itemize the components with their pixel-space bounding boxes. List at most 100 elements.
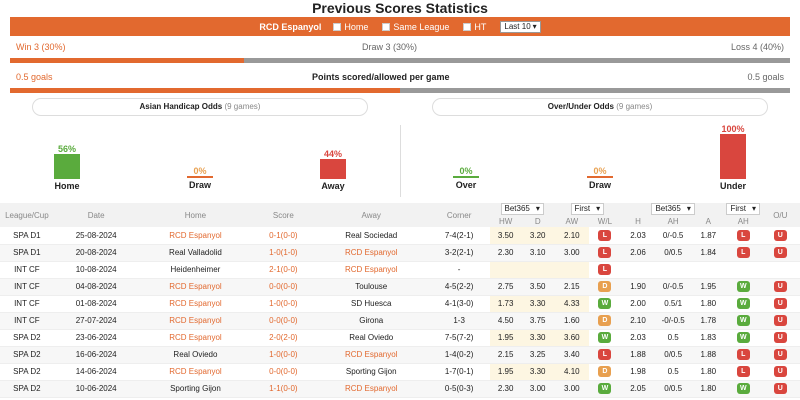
date-value: 27-07-2024 <box>75 316 117 325</box>
home-team-link[interactable]: RCD Espanyol <box>169 333 221 342</box>
score-link[interactable]: 0-1(0-0) <box>269 231 297 240</box>
table-row: INT CF 10-08-2024 Heidenheimer 2-1(0-0) RCD … <box>0 261 800 279</box>
away-team-link[interactable]: RCD Espanyol <box>345 265 397 274</box>
score-link[interactable]: 1-0(0-0) <box>269 350 297 359</box>
cell-score: 1-0(0-0) <box>252 295 315 313</box>
home-team-link[interactable]: RCD Espanyol <box>169 282 221 291</box>
score-link[interactable]: 2-0(2-0) <box>269 333 297 342</box>
cell-ou: U <box>760 312 800 330</box>
cell-home: Real Valladolid <box>138 244 253 262</box>
cell-ou: U <box>760 380 800 398</box>
hw-value: 1.95 <box>497 333 514 342</box>
cell-hw: 2.30 <box>490 244 522 262</box>
home-team-link[interactable]: RCD Espanyol <box>169 231 221 240</box>
ah-value: 0.5 <box>667 367 679 376</box>
ahr-badge: L <box>736 349 750 360</box>
wl-badge: D <box>598 281 612 292</box>
score-link[interactable]: 0-0(0-0) <box>269 367 297 376</box>
away-team-link[interactable]: SD Huesca <box>351 299 391 308</box>
cell-corner: 1-7(0-1) <box>428 363 491 381</box>
cell-ou: U <box>760 346 800 364</box>
cell-h: 2.05 <box>620 380 656 398</box>
table-row: SPA D2 10-06-2024 Sporting Gijon 1-1(0-0) RC… <box>0 380 800 398</box>
score-link[interactable]: 1-1(0-0) <box>269 384 297 393</box>
hw-value: 3.50 <box>497 230 514 240</box>
cell-aw: 3.00 <box>554 380 590 398</box>
home-team-link[interactable]: Heidenheimer <box>171 265 221 274</box>
away-team-link[interactable]: Toulouse <box>355 282 387 291</box>
home-team-link[interactable]: Sporting Gijon <box>170 384 221 393</box>
chevron-down-icon: ▾ <box>752 204 757 213</box>
home-team-link[interactable]: Real Oviedo <box>173 350 217 359</box>
score-link[interactable]: 1-0(1-0) <box>269 248 297 257</box>
away-team-link[interactable]: Girona <box>359 316 383 325</box>
table-row: INT CF 01-08-2024 RCD Espanyol 1-0(0-0) SD H… <box>0 295 800 313</box>
ahr-badge: W <box>736 298 750 309</box>
cell-a: 1.78 <box>690 312 726 330</box>
away-team-link[interactable]: Sporting Gijon <box>346 367 397 376</box>
cell-corner: 7-5(7-2) <box>428 329 491 347</box>
period-select-2[interactable]: First ▾ <box>726 203 761 215</box>
cell-ahr: L <box>725 346 761 364</box>
corner-value: - <box>457 265 461 274</box>
same-league-checkbox[interactable]: Same League <box>382 22 449 32</box>
ht-checkbox[interactable]: HT <box>463 22 486 32</box>
score-link[interactable]: 0-0(0-0) <box>269 316 297 325</box>
home-team-link[interactable]: RCD Espanyol <box>169 299 221 308</box>
aw-value: 3.60 <box>564 333 580 342</box>
cell-a: 1.83 <box>690 329 726 347</box>
a-value: 1.88 <box>700 350 717 359</box>
ah-away: 44% Away <box>320 149 346 191</box>
away-team-link[interactable]: Real Sociedad <box>345 231 397 240</box>
cell-ah: 0.5/1 <box>655 295 691 313</box>
away-team-link[interactable]: RCD Espanyol <box>345 350 397 359</box>
date-value: 20-08-2024 <box>75 248 117 257</box>
cell-home: RCD Espanyol <box>138 278 253 296</box>
checkbox-icon[interactable] <box>382 22 391 31</box>
away-team-link[interactable]: RCD Espanyol <box>345 384 397 393</box>
cell-wl: W <box>589 329 621 347</box>
wl-badge: W <box>598 383 612 394</box>
cell-ahr: W <box>725 380 761 398</box>
home-team-link[interactable]: RCD Espanyol <box>169 367 221 376</box>
home-team-link[interactable]: RCD Espanyol <box>169 316 221 325</box>
cell-ahr <box>725 261 761 279</box>
period-select-1[interactable]: First ▾ <box>570 203 605 215</box>
cell-ahr: L <box>725 244 761 262</box>
a-value: 1.87 <box>700 230 717 240</box>
cell-league: INT CF <box>0 312 54 330</box>
a-value: 1.95 <box>700 282 717 291</box>
cell-home: Sporting Gijon <box>138 380 253 398</box>
away-team-link[interactable]: RCD Espanyol <box>345 248 397 257</box>
d-value: 3.30 <box>529 367 546 376</box>
ahr-badge: W <box>736 383 750 394</box>
bookmaker-select-2[interactable]: Bet365 ▾ <box>651 203 695 215</box>
checkbox-icon[interactable] <box>463 22 472 31</box>
cell-d: 3.20 <box>521 227 555 245</box>
last-games-select[interactable]: Last 10 ▾ <box>500 20 541 33</box>
cell-home: Real Oviedo <box>138 346 253 364</box>
home-checkbox[interactable]: Home <box>333 22 368 32</box>
away-team-link[interactable]: Real Oviedo <box>349 333 393 342</box>
score-link[interactable]: 2-1(0-0) <box>269 265 297 274</box>
cell-ahr: W <box>725 329 761 347</box>
a-value: 1.83 <box>700 333 717 342</box>
cell-score: 1-0(1-0) <box>252 244 315 262</box>
goals-scored: 0.5 goals <box>16 72 53 82</box>
cell-ou <box>760 261 800 279</box>
d-value: 3.75 <box>529 316 546 325</box>
cell-corner: - <box>428 261 491 279</box>
bookmaker-select-1[interactable]: Bet365 ▾ <box>500 203 544 215</box>
cell-ah: 0/0.5 <box>655 346 691 364</box>
a-value: 1.84 <box>700 248 717 257</box>
cell-d: 3.00 <box>521 380 555 398</box>
home-team-link[interactable]: Real Valladolid <box>169 248 222 257</box>
wl-badge: W <box>598 298 612 309</box>
chevron-down-icon: ▾ <box>686 204 691 213</box>
score-link[interactable]: 0-0(0-0) <box>269 282 297 291</box>
asian-handicap-header: Asian Handicap Odds (9 games) <box>32 98 368 116</box>
score-link[interactable]: 1-0(0-0) <box>269 299 297 308</box>
win-draw-loss-row: Win 3 (30%) Draw 3 (30%) Loss 4 (40%) <box>10 42 790 56</box>
cell-score: 1-0(0-0) <box>252 346 315 364</box>
checkbox-icon[interactable] <box>333 22 342 31</box>
